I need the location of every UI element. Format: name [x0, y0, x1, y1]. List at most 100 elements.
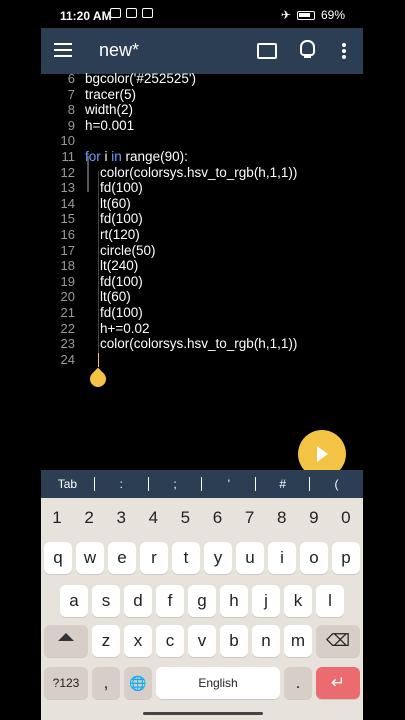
key-j[interactable]: j [252, 585, 280, 617]
line-number: 18 [60, 258, 75, 274]
key-i[interactable]: i [268, 542, 296, 574]
symbol-key-colon[interactable]: : [95, 477, 149, 491]
notification-icon [142, 8, 153, 18]
key-p[interactable]: p [332, 542, 360, 574]
line-number: 24 [60, 351, 75, 367]
number-key-5[interactable]: 5 [171, 508, 199, 528]
key-g[interactable]: g [188, 585, 216, 617]
text-cursor [98, 353, 99, 367]
key-a[interactable]: a [60, 585, 88, 617]
period-key[interactable]: . [284, 667, 312, 699]
symbol-key-hash[interactable]: # [256, 477, 311, 491]
line-number: 8 [67, 102, 75, 118]
menu-icon[interactable] [54, 43, 72, 57]
cursor-handle[interactable] [86, 367, 110, 391]
code-line[interactable]: fd(100) [85, 305, 143, 320]
key-f[interactable]: f [156, 585, 184, 617]
key-u[interactable]: u [236, 542, 264, 574]
line-number: 6 [67, 71, 75, 86]
line-number: 11 [61, 149, 76, 164]
key-l[interactable]: l [316, 585, 344, 617]
code-line[interactable]: width(2) [85, 102, 133, 117]
line-number: 16 [60, 227, 75, 242]
code-line[interactable]: rt(120) [85, 227, 140, 242]
enter-key[interactable]: ↵ [316, 667, 360, 699]
key-b[interactable]: b [220, 625, 248, 657]
key-n[interactable]: n [252, 625, 280, 657]
symbol-key-tab[interactable]: Tab [41, 477, 95, 491]
code-editor[interactable]: 6 bgcolor('#252525') 7 tracer(5) 8 width(2) 9 h… [41, 71, 363, 470]
key-k[interactable]: k [284, 585, 312, 617]
key-v[interactable]: v [188, 625, 216, 657]
key-r[interactable]: r [140, 542, 168, 574]
more-options-icon[interactable] [342, 43, 346, 61]
backspace-icon: ⌫ [325, 631, 351, 650]
keyword-token: for [85, 149, 101, 164]
code-line[interactable]: fd(100) [85, 180, 143, 195]
globe-icon: 🌐 [129, 675, 147, 691]
number-key-2[interactable]: 2 [75, 508, 103, 528]
comma-key[interactable]: , [92, 667, 120, 699]
key-o[interactable]: o [300, 542, 328, 574]
space-key[interactable]: English [156, 667, 280, 699]
number-key-7[interactable]: 7 [236, 508, 264, 528]
keyword-token: in [111, 149, 122, 164]
key-w[interactable]: w [76, 542, 104, 574]
code-line[interactable]: lt(60) [85, 289, 131, 304]
key-t[interactable]: t [172, 542, 200, 574]
line-number: 14 [60, 195, 75, 211]
code-line[interactable]: circle(50) [85, 243, 156, 258]
key-c[interactable]: c [156, 625, 184, 657]
key-d[interactable]: d [124, 585, 152, 617]
number-key-8[interactable]: 8 [268, 508, 296, 528]
status-time: 11:20 AM [60, 9, 112, 23]
line-number: 21 [60, 305, 75, 320]
home-indicator [143, 712, 263, 715]
file-title: new* [99, 40, 140, 60]
symbol-key-semicolon[interactable]: ; [149, 477, 203, 491]
code-line[interactable]: bgcolor('#252525') [85, 71, 196, 86]
backspace-key[interactable]: ⌫ [316, 625, 360, 657]
symbol-key-paren[interactable]: ( [310, 477, 363, 491]
shift-key[interactable] [44, 625, 88, 657]
number-key-9[interactable]: 9 [300, 508, 328, 528]
code-line[interactable]: color(colorsys.hsv_to_rgb(h,1,1)) [85, 165, 297, 180]
number-key-0[interactable]: 0 [332, 508, 360, 528]
symbols-mode-key[interactable]: ?123 [44, 667, 88, 699]
language-key[interactable]: 🌐 [124, 667, 152, 699]
code-line[interactable]: h+=0.02 [85, 321, 150, 336]
code-line[interactable]: tracer(5) [85, 87, 136, 102]
line-number: 13 [60, 180, 75, 196]
number-key-6[interactable]: 6 [204, 508, 232, 528]
number-key-3[interactable]: 3 [107, 508, 135, 528]
number-key-1[interactable]: 1 [43, 508, 71, 528]
code-line[interactable]: lt(60) [85, 196, 131, 211]
soft-keyboard: 1 2 3 4 5 6 7 8 9 0 q w e r t y u i o p a s d f g h j k l z x c v b n m ⌫ ?12… [41, 498, 363, 720]
enter-icon: ↵ [330, 673, 346, 692]
code-line[interactable]: lt(240) [85, 258, 138, 273]
number-key-4[interactable]: 4 [139, 508, 167, 528]
key-h[interactable]: h [220, 585, 248, 617]
symbol-bar: Tab : ; ' # ( [41, 470, 363, 498]
line-number: 23 [60, 336, 75, 352]
key-q[interactable]: q [44, 542, 72, 574]
line-number: 20 [60, 289, 75, 305]
code-line[interactable]: h=0.001 [85, 118, 134, 133]
battery-percent: 69% [320, 8, 345, 22]
code-line[interactable]: color(colorsys.hsv_to_rgb(h,1,1)) [85, 336, 297, 351]
code-line[interactable]: fd(100) [85, 211, 143, 226]
lightbulb-icon[interactable] [300, 40, 315, 58]
key-x[interactable]: x [124, 625, 152, 657]
app-bar: new* [41, 28, 363, 74]
symbol-key-quote[interactable]: ' [202, 477, 257, 491]
folder-icon[interactable] [257, 43, 277, 59]
key-m[interactable]: m [284, 625, 312, 657]
key-e[interactable]: e [108, 542, 136, 574]
line-number: 12 [60, 164, 75, 180]
line-number: 19 [60, 273, 75, 289]
code-line[interactable]: for i in range(90): [85, 149, 188, 164]
code-line[interactable]: fd(100) [85, 274, 143, 289]
key-s[interactable]: s [92, 585, 120, 617]
key-z[interactable]: z [92, 625, 120, 657]
key-y[interactable]: y [204, 542, 232, 574]
